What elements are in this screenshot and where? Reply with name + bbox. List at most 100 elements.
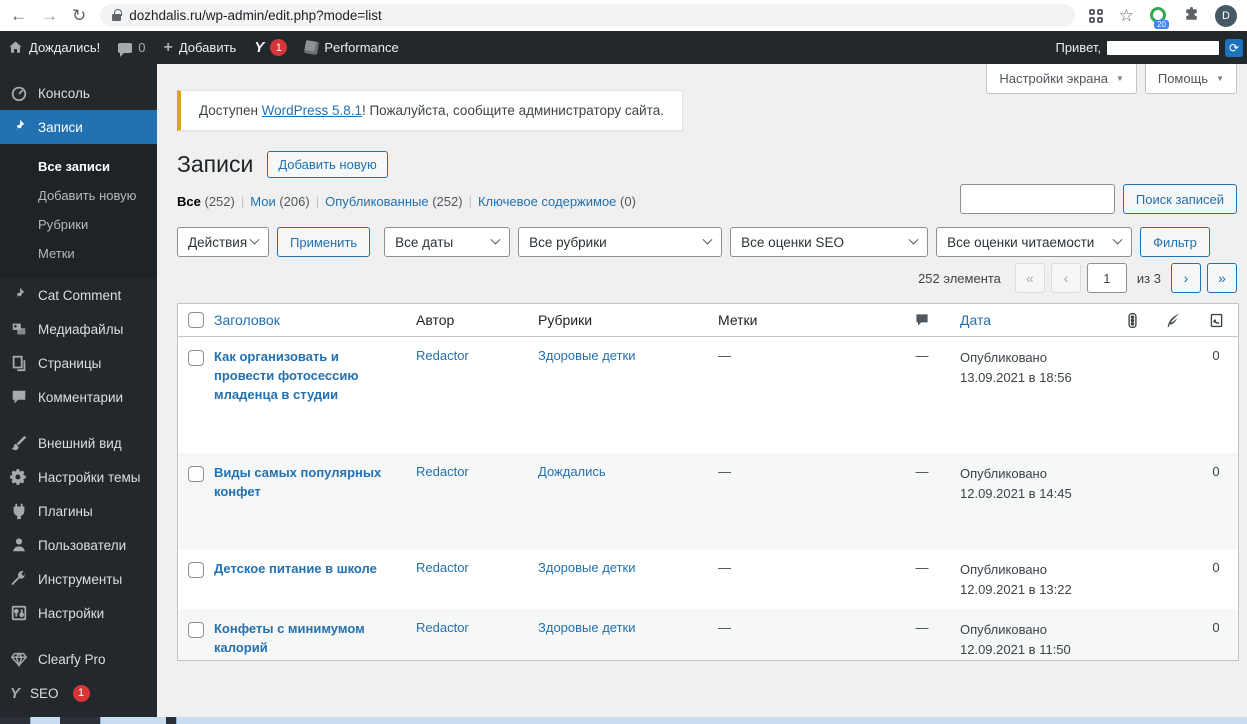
view-all[interactable]: Все (252) <box>177 194 235 209</box>
sidebar-item-cat-comment[interactable]: Cat Comment <box>0 278 157 312</box>
sidebar-item-label: Настройки темы <box>38 469 141 485</box>
comments-cell: — <box>915 348 929 363</box>
browser-back-icon[interactable]: ← <box>10 7 27 24</box>
sidebar-item-posts[interactable]: Записи <box>0 110 157 144</box>
sidebar-item-media[interactable]: Медиафайлы <box>0 312 157 346</box>
post-title-link[interactable]: Конфеты с минимумом калорий <box>214 620 416 658</box>
last-page-button[interactable]: » <box>1207 263 1237 293</box>
sidebar-item-theme-settings[interactable]: Настройки темы <box>0 460 157 494</box>
sidebar-item-label: Комментарии <box>38 389 124 405</box>
author-link[interactable]: Redactor <box>416 464 469 479</box>
internal-links-icon[interactable] <box>1194 312 1238 329</box>
row-checkbox[interactable] <box>188 350 204 366</box>
sidebar-item-label: Пользователи <box>38 537 127 553</box>
tools-icon <box>11 571 26 586</box>
sidebar-item-users[interactable]: Пользователи <box>0 528 157 562</box>
apps-grid-icon[interactable] <box>1088 8 1103 23</box>
yoast-icon: Y <box>254 39 265 56</box>
add-new-post-button[interactable]: Добавить новую <box>267 151 388 178</box>
apply-button[interactable]: Применить <box>277 227 371 257</box>
next-page-button[interactable]: › <box>1171 263 1201 293</box>
select-all-checkbox[interactable] <box>188 312 204 328</box>
sidebar-item-dashboard[interactable]: Консоль <box>0 76 157 110</box>
performance-cube-icon <box>304 39 320 56</box>
column-date[interactable]: Дата <box>960 312 1112 328</box>
total-pages-label: из 3 <box>1136 270 1161 286</box>
readability-filter-select[interactable]: Все оценки читаемости <box>936 227 1133 257</box>
view-cornerstone[interactable]: Ключевое содержимое (0) <box>478 194 636 209</box>
submenu-categories[interactable]: Рубрики <box>0 210 157 239</box>
author-link[interactable]: Redactor <box>416 560 469 575</box>
sidebar-item-plugins[interactable]: Плагины <box>0 494 157 528</box>
screen-options-button[interactable]: Настройки экрана ▼ <box>986 64 1137 94</box>
browser-avatar[interactable]: D <box>1215 4 1237 27</box>
extension-badge-icon[interactable]: 20 <box>1150 6 1169 29</box>
row-checkbox[interactable] <box>188 622 204 638</box>
category-link[interactable]: Здоровые детки <box>538 620 636 635</box>
yoast-icon: Y <box>10 684 21 702</box>
taskbar-edge <box>0 717 1247 724</box>
sidebar-item-label: Страницы <box>38 355 102 371</box>
dates-filter-select[interactable]: Все даты <box>384 227 511 257</box>
category-link[interactable]: Дождались <box>538 464 606 479</box>
sidebar-item-label: Консоль <box>38 85 90 101</box>
submenu-all-posts[interactable]: Все записи <box>0 152 157 181</box>
seo-traffic-light-icon[interactable] <box>1112 312 1152 329</box>
sidebar-item-clearfy-pro[interactable]: Clearfy Pro <box>0 642 157 676</box>
admin-bar-performance-label: Performance <box>324 40 399 55</box>
wordpress-update-link[interactable]: WordPress 5.8.1 <box>262 103 362 118</box>
date-cell: Опубликовано 12.09.2021 в 13:22 <box>960 562 1072 598</box>
categories-filter-select[interactable]: Все рубрики <box>518 227 723 257</box>
browser-forward-icon[interactable]: → <box>41 7 58 24</box>
seo-scores-filter-select[interactable]: Все оценки SEO <box>730 227 929 257</box>
sidebar-item-label: Внешний вид <box>38 435 122 451</box>
prev-page-button[interactable]: ‹ <box>1050 263 1081 293</box>
sidebar-item-appearance[interactable]: Внешний вид <box>0 426 157 460</box>
extensions-puzzle-icon[interactable] <box>1184 6 1199 25</box>
category-link[interactable]: Здоровые детки <box>538 348 636 363</box>
comment-bubble-icon[interactable] <box>884 312 960 328</box>
admin-bar-performance[interactable]: Performance <box>304 39 399 56</box>
admin-bar-site-menu[interactable]: Дождались! <box>8 40 100 55</box>
admin-bar-yoast[interactable]: Y 1 <box>254 39 288 56</box>
tags-cell: — <box>718 560 731 575</box>
first-page-button[interactable]: « <box>1014 263 1045 293</box>
bulk-actions-select[interactable]: Действия <box>177 227 269 257</box>
taskbar-segment <box>100 717 166 724</box>
category-link[interactable]: Здоровые детки <box>538 560 636 575</box>
row-checkbox[interactable] <box>188 466 204 482</box>
current-page-input[interactable]: 1 <box>1086 263 1127 293</box>
bookmark-star-icon[interactable]: ☆ <box>1119 6 1134 26</box>
help-button[interactable]: Помощь ▼ <box>1144 64 1237 94</box>
sidebar-item-pages[interactable]: Страницы <box>0 346 157 380</box>
post-title-link[interactable]: Виды самых популярных конфет <box>214 464 416 502</box>
address-bar[interactable]: dozhdalis.ru/wp-admin/edit.php?mode=list <box>100 4 1075 27</box>
author-link[interactable]: Redactor <box>416 620 469 635</box>
readability-feather-icon[interactable] <box>1152 312 1194 329</box>
post-title-link[interactable]: Детское питание в школе <box>214 560 393 579</box>
cache-plugin-icon[interactable]: ⟳ <box>1225 38 1243 57</box>
view-published[interactable]: Опубликованные (252) <box>325 194 462 209</box>
search-posts-input[interactable] <box>959 184 1115 214</box>
sidebar-item-comments[interactable]: Комментарии <box>0 380 157 414</box>
view-mine[interactable]: Мои (206) <box>250 194 309 209</box>
url-text[interactable]: dozhdalis.ru/wp-admin/edit.php?mode=list <box>129 8 382 23</box>
browser-reload-icon[interactable]: ↻ <box>72 7 86 24</box>
sidebar-item-settings[interactable]: Настройки <box>0 596 157 630</box>
submenu-add-new[interactable]: Добавить новую <box>0 181 157 210</box>
notice-text: ! Пожалуйста, сообщите администратору са… <box>361 103 664 118</box>
admin-bar-new-content[interactable]: + Добавить <box>164 39 237 57</box>
search-posts-button[interactable]: Поиск записей <box>1122 184 1237 214</box>
admin-bar-comments[interactable]: 0 <box>118 40 146 57</box>
filter-button[interactable]: Фильтр <box>1140 227 1210 257</box>
sidebar-item-seo[interactable]: Y SEO 1 <box>0 676 157 710</box>
admin-bar-username-redacted[interactable] <box>1107 40 1219 55</box>
sidebar-item-tools[interactable]: Инструменты <box>0 562 157 596</box>
column-title[interactable]: Заголовок <box>214 312 416 328</box>
author-link[interactable]: Redactor <box>416 348 469 363</box>
row-checkbox[interactable] <box>188 562 204 578</box>
submenu-tags[interactable]: Метки <box>0 239 157 268</box>
post-title-link[interactable]: Как организовать и провести фотосессию м… <box>214 348 416 405</box>
plus-icon: + <box>163 38 173 56</box>
comment-bubble-icon <box>118 42 133 57</box>
